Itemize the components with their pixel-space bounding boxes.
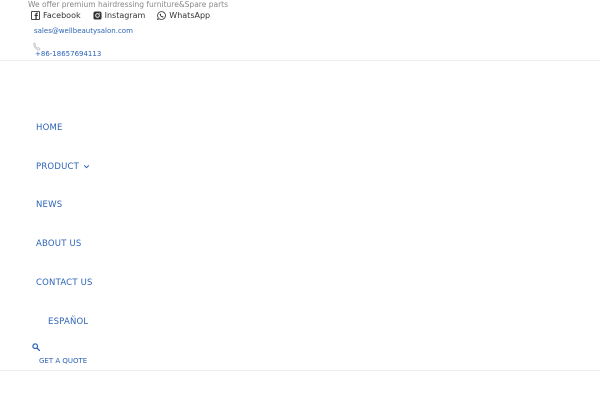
nav-item-product[interactable]: PRODUCT xyxy=(36,162,90,173)
nav-item-news[interactable]: NEWS xyxy=(36,200,62,211)
social-link-whatsapp[interactable]: WhatsApp xyxy=(157,11,210,20)
whatsapp-icon xyxy=(157,10,167,20)
nav-item-language[interactable]: ESPAÑOL xyxy=(48,317,88,328)
nav-item-product-label: PRODUCT xyxy=(36,162,80,172)
header-divider xyxy=(0,60,600,61)
chevron-down-icon xyxy=(83,163,90,170)
social-label-facebook: Facebook xyxy=(43,10,81,20)
social-links: Facebook Instagram WhatsApp xyxy=(31,9,210,21)
header-tagline: We offer premium hairdressing furniture&… xyxy=(28,0,228,9)
get-a-quote-button[interactable]: GET A QUOTE xyxy=(39,357,87,366)
phone-link[interactable]: +86-18657694113 xyxy=(35,50,101,59)
facebook-icon xyxy=(31,10,40,20)
social-label-instagram: Instagram xyxy=(104,10,146,20)
social-link-instagram[interactable]: Instagram xyxy=(93,10,146,20)
social-link-facebook[interactable]: Facebook xyxy=(31,10,81,20)
nav-item-contact-us[interactable]: CONTACT US xyxy=(36,278,93,289)
email-link[interactable]: sales@wellbeautysalon.com xyxy=(34,27,133,36)
nav-item-home[interactable]: HOME xyxy=(36,123,63,134)
social-label-whatsapp: WhatsApp xyxy=(169,10,211,20)
nav-divider xyxy=(0,370,600,371)
instagram-icon xyxy=(93,10,102,20)
search-icon[interactable] xyxy=(32,343,40,351)
nav-item-about-us[interactable]: ABOUT US xyxy=(36,239,82,250)
